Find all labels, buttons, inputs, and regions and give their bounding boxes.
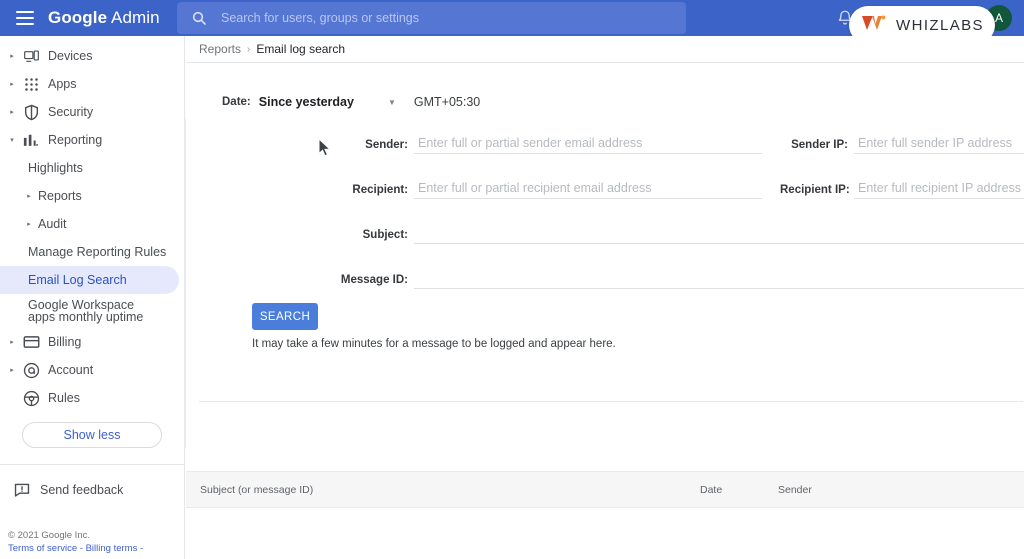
sidebar-item-label: Devices — [48, 49, 93, 63]
chevron-right-icon: ▸ — [27, 193, 31, 200]
column-header-subject[interactable]: Subject (or message ID) — [200, 484, 700, 496]
bar-chart-icon — [18, 133, 44, 148]
sender-ip-input[interactable] — [854, 135, 1024, 154]
column-header-date[interactable]: Date — [700, 484, 778, 496]
steering-wheel-icon — [18, 390, 44, 407]
chevron-right-icon: ▸ — [10, 109, 14, 116]
sidebar-item-apps[interactable]: ▸ Apps — [0, 70, 184, 98]
search-hint-text: It may take a few minutes for a message … — [252, 338, 616, 350]
date-label: Date: — [222, 96, 251, 108]
google-admin-email-log-search-page: Google Admin Search for users, groups or… — [0, 0, 1024, 559]
sidebar-item-label: Security — [48, 105, 94, 119]
date-range-value: Since yesterday — [258, 95, 354, 109]
sidebar-item-devices[interactable]: ▸ Devices — [0, 42, 184, 70]
devices-icon — [18, 49, 44, 64]
sidebar-item-account[interactable]: ▸ Account — [0, 356, 184, 384]
sidebar-legal: © 2021 Google Inc. Terms of service - Bi… — [8, 529, 143, 555]
sidebar-item-security[interactable]: ▸ Security — [0, 98, 184, 126]
whizlabs-w-logo — [860, 13, 890, 38]
sidebar-item-label: Audit — [38, 217, 67, 231]
legal-links[interactable]: Terms of service - Billing terms - — [8, 543, 143, 554]
main-content: Reports › Email log search Date: Since y… — [186, 36, 1024, 559]
chevron-right-icon: ▸ — [10, 367, 14, 374]
at-sign-icon — [18, 362, 44, 379]
timezone-label: GMT+05:30 — [413, 95, 481, 109]
recipient-label: Recipient: — [352, 184, 408, 196]
global-search-box[interactable]: Search for users, groups or settings — [177, 2, 686, 34]
copyright-text: © 2021 Google Inc. — [8, 530, 90, 541]
recipient-ip-label: Recipient IP: — [780, 184, 850, 196]
app-brand-title: Google Admin — [48, 8, 160, 28]
sidebar-item-label: Billing — [48, 335, 82, 349]
shield-icon — [18, 104, 44, 121]
sidebar-item-audit[interactable]: ▸ Audit — [0, 210, 184, 238]
sender-ip-label: Sender IP: — [791, 139, 848, 151]
chevron-right-icon: ▸ — [10, 339, 14, 346]
sidebar-item-reports[interactable]: ▸ Reports — [0, 182, 184, 210]
brand-admin: Admin — [107, 8, 160, 27]
sender-label: Sender: — [365, 139, 408, 151]
feedback-message-icon — [14, 483, 40, 497]
sidebar-item-manage-reporting-rules[interactable]: Manage Reporting Rules — [0, 238, 184, 266]
brand-google: Google — [48, 8, 108, 27]
credit-card-icon — [18, 335, 44, 349]
sidebar-item-label: Reporting — [48, 133, 103, 147]
message-id-input[interactable] — [414, 270, 1024, 289]
whizlabs-watermark-text: WHIZLABS — [896, 16, 984, 34]
sidebar-nav: ▸ Devices ▸ Apps ▸ Security ▾ Reporting … — [0, 36, 184, 503]
subject-label: Subject: — [362, 229, 408, 241]
chevron-down-icon: ▾ — [10, 137, 14, 144]
email-log-search-form: Date: Since yesterday ▼ GMT+05:30 Sender… — [186, 63, 1024, 350]
sidebar-item-label: Reports — [38, 189, 82, 203]
show-less-button[interactable]: Show less — [22, 422, 162, 448]
sidebar-item-reporting[interactable]: ▾ Reporting — [0, 126, 184, 154]
recipient-input[interactable] — [414, 180, 762, 199]
breadcrumb-separator-icon: › — [247, 43, 251, 55]
chevron-down-icon: ▼ — [387, 97, 396, 107]
chevron-right-icon: ▸ — [27, 221, 31, 228]
send-feedback-button[interactable]: Send feedback — [0, 477, 184, 503]
section-divider — [199, 401, 1023, 402]
chevron-right-icon: ▸ — [10, 53, 14, 60]
breadcrumb-parent[interactable]: Reports — [199, 42, 241, 56]
left-sidebar: ▸ Devices ▸ Apps ▸ Security ▾ Reporting … — [0, 36, 185, 559]
search-icon — [191, 10, 207, 26]
date-range-dropdown[interactable]: Since yesterday ▼ — [259, 95, 396, 109]
sidebar-item-email-log-search[interactable]: Email Log Search — [0, 266, 179, 294]
sidebar-item-workspace-monthly-uptime[interactable]: Google Workspace apps monthly uptime — [0, 294, 184, 328]
message-id-label: Message ID: — [340, 274, 408, 286]
breadcrumb-current: Email log search — [256, 42, 346, 56]
sidebar-item-label: Highlights — [28, 161, 83, 175]
sidebar-item-label: Apps — [48, 77, 77, 91]
global-search-placeholder: Search for users, groups or settings — [221, 11, 420, 25]
mouse-cursor — [318, 137, 332, 163]
sidebar-item-label: Email Log Search — [28, 273, 127, 287]
date-filter-row: Date: Since yesterday ▼ GMT+05:30 — [186, 91, 1024, 113]
sidebar-item-highlights[interactable]: Highlights — [0, 154, 184, 182]
sidebar-item-label: Account — [48, 363, 94, 377]
sidebar-divider — [0, 464, 184, 465]
search-button[interactable]: SEARCH — [252, 303, 318, 330]
sidebar-item-billing[interactable]: ▸ Billing — [0, 328, 184, 356]
column-header-sender[interactable]: Sender — [778, 484, 812, 496]
apps-grid-icon — [18, 77, 44, 92]
results-table-header: Subject (or message ID) Date Sender — [186, 471, 1024, 508]
subject-input[interactable] — [414, 225, 1024, 244]
recipient-ip-input[interactable] — [854, 180, 1024, 199]
chevron-right-icon: ▸ — [10, 81, 14, 88]
sidebar-item-label: Manage Reporting Rules — [28, 245, 167, 259]
hamburger-menu-icon[interactable] — [16, 11, 34, 25]
sidebar-item-label: Google Workspace apps monthly uptime — [28, 297, 144, 324]
sidebar-item-label: Rules — [48, 391, 80, 405]
avatar-initial: A — [994, 11, 1003, 25]
sender-input[interactable] — [414, 135, 762, 154]
send-feedback-label: Send feedback — [40, 483, 124, 497]
breadcrumb: Reports › Email log search — [186, 36, 1024, 63]
sidebar-item-rules[interactable]: Rules — [0, 384, 184, 412]
